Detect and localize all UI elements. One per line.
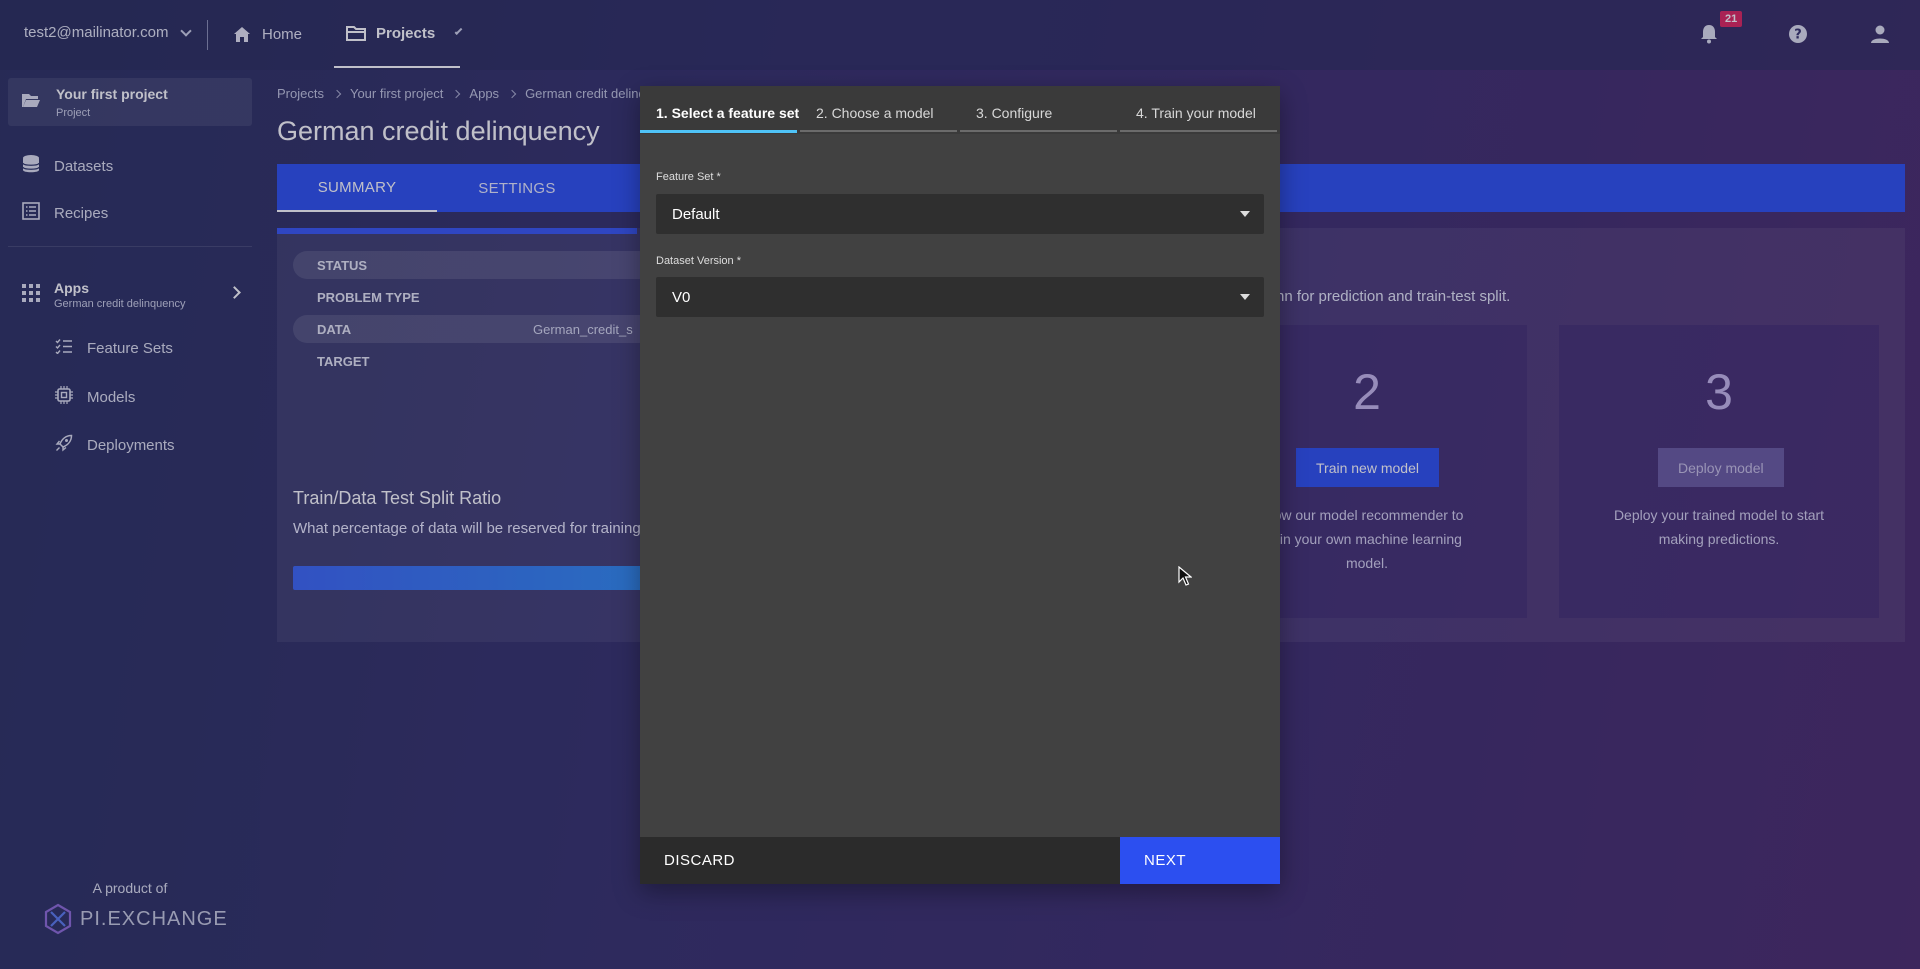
dropdown-arrow-icon — [1240, 294, 1250, 300]
step-underline — [960, 130, 1117, 132]
dataset-version-select[interactable]: V0 — [656, 277, 1264, 317]
step-label: 4. Train your model — [1136, 105, 1256, 121]
feature-set-value: Default — [672, 206, 720, 223]
dialog-footer: DISCARD NEXT — [640, 837, 1280, 884]
feature-set-label: Feature Set * — [656, 171, 721, 183]
train-model-dialog: 1. Select a feature set 2. Choose a mode… — [640, 86, 1280, 884]
step-choose-model[interactable]: 2. Choose a model — [800, 86, 960, 134]
dataset-version-label: Dataset Version * — [656, 255, 741, 267]
discard-button[interactable]: DISCARD — [640, 837, 1119, 884]
step-underline — [1120, 130, 1277, 132]
step-underline — [640, 130, 797, 133]
next-button[interactable]: NEXT — [1120, 837, 1280, 884]
step-select-feature-set[interactable]: 1. Select a feature set — [640, 86, 800, 134]
step-configure[interactable]: 3. Configure — [960, 86, 1120, 134]
feature-set-select[interactable]: Default — [656, 194, 1264, 234]
step-label: 1. Select a feature set — [656, 105, 800, 121]
step-train-model[interactable]: 4. Train your model — [1120, 86, 1280, 134]
step-underline — [800, 130, 957, 132]
stepper: 1. Select a feature set 2. Choose a mode… — [640, 86, 1280, 134]
dataset-version-value: V0 — [672, 289, 691, 306]
step-label: 3. Configure — [976, 105, 1053, 121]
step-label: 2. Choose a model — [816, 105, 934, 121]
dropdown-arrow-icon — [1240, 211, 1250, 217]
mouse-cursor-icon — [1178, 565, 1193, 591]
